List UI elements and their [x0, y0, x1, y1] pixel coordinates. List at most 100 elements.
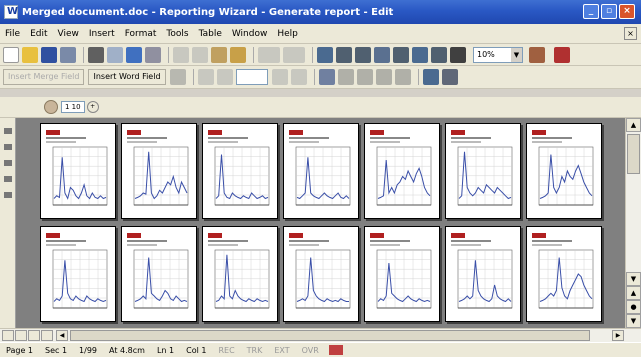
- page-thumbnail[interactable]: [526, 123, 602, 219]
- scroll-down-icon[interactable]: ▼: [626, 272, 641, 286]
- page-thumbnail[interactable]: [445, 226, 521, 322]
- show-hide-icon[interactable]: [450, 46, 466, 63]
- menu-table[interactable]: Table: [194, 29, 227, 39]
- page-thumbnail[interactable]: [40, 123, 116, 219]
- menu-format[interactable]: Format: [120, 29, 162, 39]
- word-app-icon[interactable]: [4, 5, 18, 19]
- drawing-icon[interactable]: [412, 46, 428, 63]
- minimize-button[interactable]: _: [583, 4, 599, 19]
- research-icon[interactable]: [145, 46, 161, 63]
- scroll-thumb[interactable]: [627, 134, 640, 174]
- scroll-up-icon[interactable]: ▲: [626, 118, 641, 132]
- page-thumbnail[interactable]: [121, 123, 197, 219]
- page-thumbnail[interactable]: [283, 226, 359, 322]
- document-area[interactable]: [16, 118, 625, 328]
- status-rec[interactable]: REC: [212, 346, 240, 355]
- print-layout-icon[interactable]: [28, 330, 40, 341]
- hand-icon[interactable]: [44, 100, 58, 114]
- cut-icon[interactable]: [173, 46, 189, 63]
- page-thumbnail[interactable]: [364, 226, 440, 322]
- standard-toolbar: 10% ▼: [0, 44, 641, 66]
- print-icon[interactable]: [88, 46, 104, 63]
- redo-icon[interactable]: [283, 46, 305, 63]
- zoom-in-icon[interactable]: +: [86, 101, 99, 113]
- outline-view-icon[interactable]: [41, 330, 53, 341]
- menu-window[interactable]: Window: [227, 29, 273, 39]
- new-icon[interactable]: [3, 46, 19, 63]
- go-to-record-field[interactable]: [235, 69, 268, 85]
- page-chart: [214, 249, 270, 309]
- copy-icon[interactable]: [192, 46, 208, 63]
- page-thumbnail[interactable]: [526, 226, 602, 322]
- status-ext[interactable]: EXT: [268, 346, 295, 355]
- menu-view[interactable]: View: [53, 29, 84, 39]
- first-record-icon[interactable]: [197, 69, 214, 85]
- next-record-icon[interactable]: [271, 69, 288, 85]
- last-record-icon[interactable]: [290, 69, 307, 85]
- tables-borders-icon[interactable]: [336, 46, 352, 63]
- columns-icon[interactable]: [393, 46, 409, 63]
- insert-merge-field-button[interactable]: Insert Merge Field: [3, 69, 85, 85]
- next-page-icon[interactable]: ▼: [626, 314, 641, 328]
- toolbar-separator: [192, 69, 194, 85]
- mail-merge-options-icon[interactable]: [441, 69, 458, 85]
- page-thumbnail[interactable]: [40, 226, 116, 322]
- permission-icon[interactable]: [60, 46, 76, 63]
- previous-record-icon[interactable]: [216, 69, 233, 85]
- header-line: [208, 141, 238, 143]
- spelling-status-icon[interactable]: [328, 345, 343, 355]
- insert-table-icon[interactable]: [355, 46, 371, 63]
- menu-help[interactable]: Help: [272, 29, 303, 39]
- page-chart: [133, 146, 189, 206]
- web-layout-icon[interactable]: [15, 330, 27, 341]
- menu-tools[interactable]: Tools: [161, 29, 193, 39]
- mail-merge-recipients-icon[interactable]: [422, 69, 439, 85]
- page-thumbnail[interactable]: [121, 226, 197, 322]
- menu-edit[interactable]: Edit: [25, 29, 52, 39]
- insert-word-field-button[interactable]: Insert Word Field: [88, 69, 166, 85]
- previous-page-icon[interactable]: ▲: [626, 286, 641, 300]
- menu-insert[interactable]: Insert: [84, 29, 120, 39]
- format-painter-icon[interactable]: [230, 46, 246, 63]
- report-logo: [532, 130, 546, 135]
- doc-close-button[interactable]: ×: [624, 27, 637, 40]
- page-chart: [538, 146, 594, 206]
- document-map-icon[interactable]: [431, 46, 447, 63]
- scroll-left-icon[interactable]: ◀: [56, 330, 68, 341]
- page-thumbnail[interactable]: [202, 123, 278, 219]
- page-thumbnail[interactable]: [445, 123, 521, 219]
- insert-excel-icon[interactable]: [374, 46, 390, 63]
- normal-view-icon[interactable]: [2, 330, 14, 341]
- merge-printer-icon[interactable]: [375, 69, 392, 85]
- print-preview-icon[interactable]: [107, 46, 123, 63]
- status-trk[interactable]: TRK: [241, 346, 269, 355]
- page-thumbnail[interactable]: [202, 226, 278, 322]
- merge-email-icon[interactable]: [394, 69, 411, 85]
- toolbar-separator: [253, 46, 254, 63]
- undo-icon[interactable]: [258, 46, 280, 63]
- spelling-icon[interactable]: [126, 46, 142, 63]
- h-scroll-thumb[interactable]: [70, 330, 590, 341]
- save-icon[interactable]: [41, 46, 57, 63]
- help-icon[interactable]: [529, 46, 545, 63]
- open-icon[interactable]: [22, 46, 38, 63]
- read-icon[interactable]: [554, 46, 570, 63]
- menu-file[interactable]: File: [0, 29, 25, 39]
- paste-icon[interactable]: [211, 46, 227, 63]
- page-thumbnail[interactable]: [283, 123, 359, 219]
- scroll-right-icon[interactable]: ▶: [612, 330, 624, 341]
- zoom-field[interactable]: 1 10: [61, 101, 85, 113]
- view-merged-data-icon[interactable]: [169, 69, 186, 85]
- status-ovr[interactable]: OVR: [296, 346, 325, 355]
- vertical-scrollbar[interactable]: ▲ ▼ ▲ ● ▼: [625, 118, 641, 328]
- merge-new-doc-icon[interactable]: [356, 69, 373, 85]
- find-entry-icon[interactable]: [318, 69, 335, 85]
- select-browse-object-icon[interactable]: ●: [626, 300, 641, 314]
- zoom-dropdown[interactable]: 10% ▼: [473, 46, 523, 63]
- page-thumbnail[interactable]: [364, 123, 440, 219]
- header-line: [370, 240, 410, 242]
- restore-button[interactable]: ▫: [601, 4, 617, 19]
- hyperlink-icon[interactable]: [317, 46, 333, 63]
- check-errors-icon[interactable]: [337, 69, 354, 85]
- close-button[interactable]: ×: [619, 4, 635, 19]
